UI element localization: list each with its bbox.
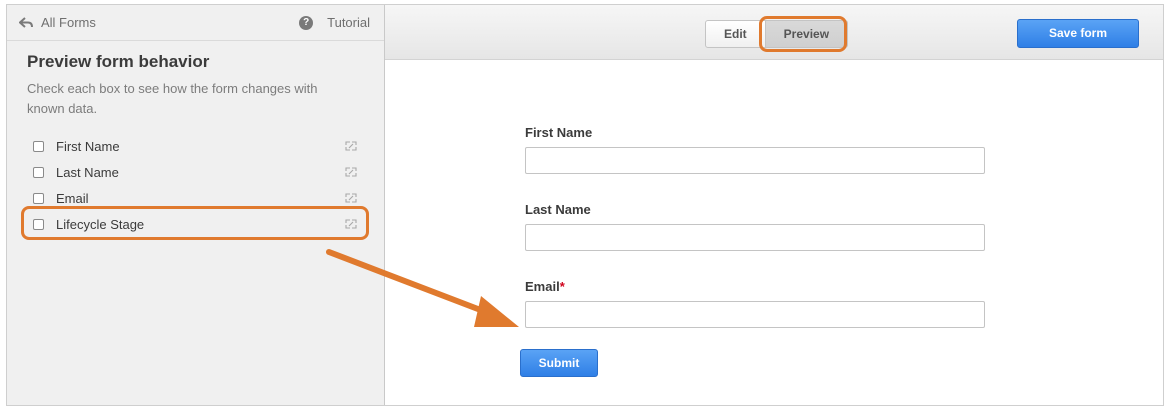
annotation-arrow [326, 249, 519, 327]
app-window: All Forms ? Tutorial Preview form behavi… [6, 4, 1164, 406]
